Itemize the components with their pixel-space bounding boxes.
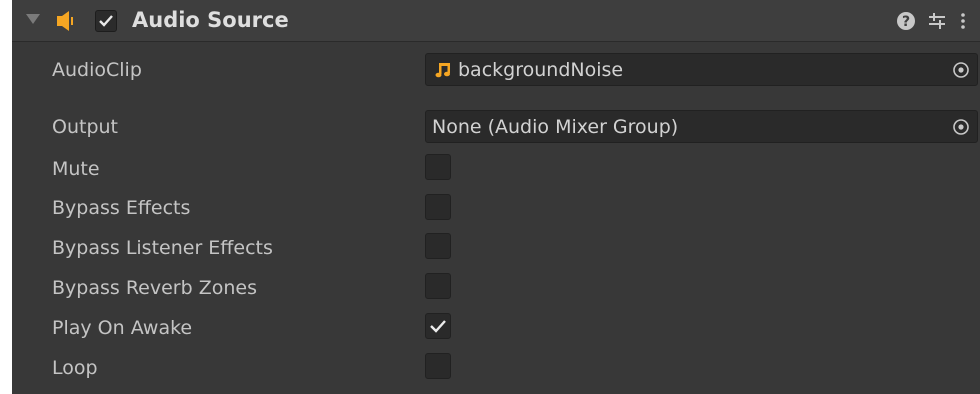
audioclip-value: backgroundNoise (458, 59, 624, 81)
bypass-effects-checkbox[interactable] (425, 194, 451, 220)
output-field[interactable]: None (Audio Mixer Group) (425, 110, 978, 143)
play-on-awake-label: Play On Awake (52, 317, 193, 339)
object-picker-icon[interactable] (951, 117, 971, 137)
component-enabled-checkbox[interactable] (95, 10, 117, 32)
help-icon[interactable]: ? (895, 10, 917, 32)
presets-sliders-icon[interactable] (926, 10, 948, 32)
bypass-reverb-zones-checkbox[interactable] (425, 273, 451, 299)
svg-text:?: ? (902, 14, 910, 30)
component-title: Audio Source (132, 8, 289, 32)
checkmark-icon (430, 320, 446, 333)
loop-checkbox[interactable] (425, 353, 451, 379)
speaker-icon (57, 11, 73, 31)
audio-clip-note-icon (435, 63, 450, 78)
inspector-panel: Audio Source ? AudioClip backgroundNoise (12, 0, 980, 394)
bypass-reverb-zones-label: Bypass Reverb Zones (52, 277, 257, 299)
audioclip-field[interactable]: backgroundNoise (425, 53, 978, 86)
bypass-effects-label: Bypass Effects (52, 197, 191, 219)
checkmark-icon (99, 15, 113, 27)
kebab-menu-icon[interactable] (952, 10, 974, 32)
output-value: None (Audio Mixer Group) (432, 116, 679, 138)
output-label: Output (52, 116, 118, 138)
mute-label: Mute (52, 158, 100, 180)
bypass-listener-effects-label: Bypass Listener Effects (52, 237, 273, 259)
mute-checkbox[interactable] (425, 154, 451, 180)
object-picker-icon[interactable] (951, 60, 971, 80)
play-on-awake-checkbox[interactable] (425, 313, 451, 339)
audioclip-label: AudioClip (52, 59, 142, 81)
bypass-listener-effects-checkbox[interactable] (425, 233, 451, 259)
component-header[interactable]: Audio Source ? (12, 0, 980, 42)
foldout-triangle-icon[interactable] (26, 14, 40, 24)
loop-label: Loop (52, 357, 98, 379)
